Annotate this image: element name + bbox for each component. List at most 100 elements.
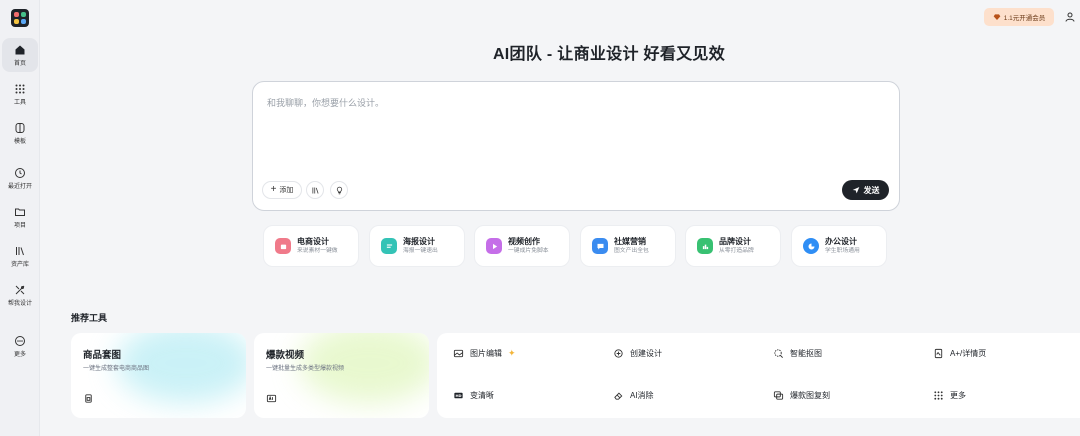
chat-input[interactable] (267, 96, 887, 176)
category-subtitle: 一键成片免脚本 (508, 248, 549, 254)
send-label: 发送 (863, 185, 880, 195)
tool-label: 智能抠图 (790, 349, 822, 358)
tool-more[interactable]: 更多 (933, 390, 966, 401)
magic-tools-icon (15, 285, 25, 294)
sidebar-item-recent[interactable]: 最近打开 (2, 161, 38, 195)
plus-square-icon (614, 349, 623, 358)
grid-dots-icon (15, 84, 25, 93)
sidebar-item-tools[interactable]: 工具 (2, 77, 38, 111)
promo-subtitle: 一键生成整套电商商品图 (83, 366, 150, 372)
pie-chart-icon (803, 238, 819, 254)
plus-icon: + (270, 184, 277, 195)
tool-label: 变清晰 (470, 391, 494, 400)
tool-ai-erase[interactable]: AI消除 (613, 390, 654, 401)
template-icon (15, 122, 25, 133)
tool-label: 图片编辑 (470, 349, 502, 358)
category-video[interactable]: 视频创作一键成片免脚本 (474, 225, 570, 267)
inspiration-button[interactable] (330, 181, 348, 199)
diamond-icon (993, 14, 1001, 20)
page-title: AI团队 - 让商业设计 好看又见效 (492, 46, 726, 63)
category-subtitle: 学生职场通用 (825, 248, 860, 254)
image-edit-icon (453, 349, 464, 358)
sidebar-item-label: 资产库 (10, 261, 29, 268)
category-subtitle: 海报一键速出 (403, 248, 438, 254)
promo-title: 商品套图 (83, 350, 122, 361)
promo-card-viral-video[interactable]: 爆款视频 一键批量生成多类型爆款视频 (254, 333, 429, 418)
send-icon (852, 187, 859, 194)
promo-subtitle: 一键批量生成多类型爆款视频 (266, 366, 345, 372)
promo-title: 爆款视频 (266, 350, 305, 361)
shop-icon (275, 238, 291, 254)
category-office[interactable]: 办公设计学生职场通用 (791, 225, 887, 267)
clock-icon (15, 167, 25, 178)
sidebar-item-label: 模板 (13, 138, 26, 145)
add-button[interactable]: + 添加 (262, 181, 302, 199)
category-subtitle: 从零打造品牌 (719, 248, 754, 254)
smart-cutout-icon (774, 349, 783, 358)
tool-label: 爆款图复刻 (790, 391, 830, 400)
detail-page-icon (934, 348, 943, 359)
chat-box (252, 81, 900, 211)
tool-label: 更多 (950, 391, 966, 400)
send-button[interactable]: 发送 (842, 180, 889, 200)
eraser-icon (614, 392, 623, 400)
product-set-icon (85, 394, 92, 403)
sidebar: 首页 工具 模板 最近打开 项目 资产库 帮我设计 更多 (0, 0, 40, 436)
app-logo[interactable] (11, 9, 29, 27)
category-title: 品牌设计 (719, 237, 751, 246)
tool-label: AI消除 (630, 391, 654, 400)
tool-replicate[interactable]: 爆款图复刻 (773, 390, 830, 401)
category-subtitle: 图文产出全包 (614, 248, 649, 254)
ai-video-icon (266, 394, 277, 403)
promo-card-product-set[interactable]: 商品套图 一键生成整套电商商品图 (71, 333, 246, 418)
category-title: 办公设计 (825, 237, 857, 246)
add-label: 添加 (279, 187, 294, 194)
category-brand[interactable]: 品牌设计从零打造品牌 (685, 225, 781, 267)
vip-button[interactable]: 1.1元开通会员 (984, 8, 1054, 26)
grid-dots-icon (934, 391, 943, 400)
sidebar-item-label: 更多 (13, 351, 26, 358)
sidebar-item-label: 帮我设计 (7, 300, 32, 307)
sidebar-item-label: 工具 (13, 99, 26, 106)
sidebar-item-design-for-me[interactable]: 帮我设计 (2, 278, 38, 312)
tool-image-edit[interactable]: 图片编辑 ✦ (453, 348, 516, 359)
chat-bubble-icon (592, 238, 608, 254)
hd-icon: HD (454, 392, 463, 399)
more-circle-icon (15, 335, 25, 346)
tool-smart-cutout[interactable]: 智能抠图 (773, 348, 822, 359)
play-icon (486, 238, 502, 254)
user-icon[interactable] (1064, 11, 1076, 23)
category-social[interactable]: 社媒营销图文产出全包 (580, 225, 676, 267)
sidebar-item-label: 最近打开 (7, 183, 32, 190)
category-title: 电商设计 (297, 237, 329, 246)
tool-create-design[interactable]: 创建设计 (613, 348, 662, 359)
library-icon (16, 246, 24, 255)
category-subtitle: 来说素材一键做 (297, 248, 338, 254)
section-title: 推荐工具 (71, 313, 108, 323)
category-title: 社媒营销 (614, 237, 646, 246)
poster-icon (381, 238, 397, 254)
sidebar-item-templates[interactable]: 模板 (2, 116, 38, 150)
tool-detail-page[interactable]: A+/详情页 (933, 348, 986, 359)
tools-panel: 图片编辑 ✦ 创建设计 智能抠图 A+/详情页 HD 变清晰 AI消除 爆款图复… (437, 333, 1080, 418)
vip-label: 1.1元开通会员 (1003, 15, 1046, 22)
sidebar-item-library[interactable]: 资产库 (2, 239, 38, 273)
tool-label: 创建设计 (630, 349, 662, 358)
category-poster[interactable]: 海报设计海报一键速出 (369, 225, 465, 267)
folder-icon (15, 208, 25, 216)
replicate-icon (773, 391, 784, 400)
sparkle-icon: ✦ (508, 348, 516, 358)
category-ecommerce[interactable]: 电商设计来说素材一键做 (263, 225, 359, 267)
sidebar-item-label: 项目 (13, 222, 26, 229)
category-title: 视频创作 (508, 237, 540, 246)
style-library-button[interactable] (306, 181, 324, 199)
svg-text:HD: HD (455, 394, 461, 398)
brand-icon (697, 238, 713, 254)
sidebar-item-more[interactable]: 更多 (2, 329, 38, 363)
category-title: 海报设计 (403, 237, 435, 246)
tool-enhance[interactable]: HD 变清晰 (453, 390, 494, 401)
lightbulb-icon (336, 186, 342, 194)
sidebar-item-projects[interactable]: 项目 (2, 200, 38, 234)
tool-label: A+/详情页 (950, 349, 987, 358)
book-stack-icon (312, 187, 318, 194)
